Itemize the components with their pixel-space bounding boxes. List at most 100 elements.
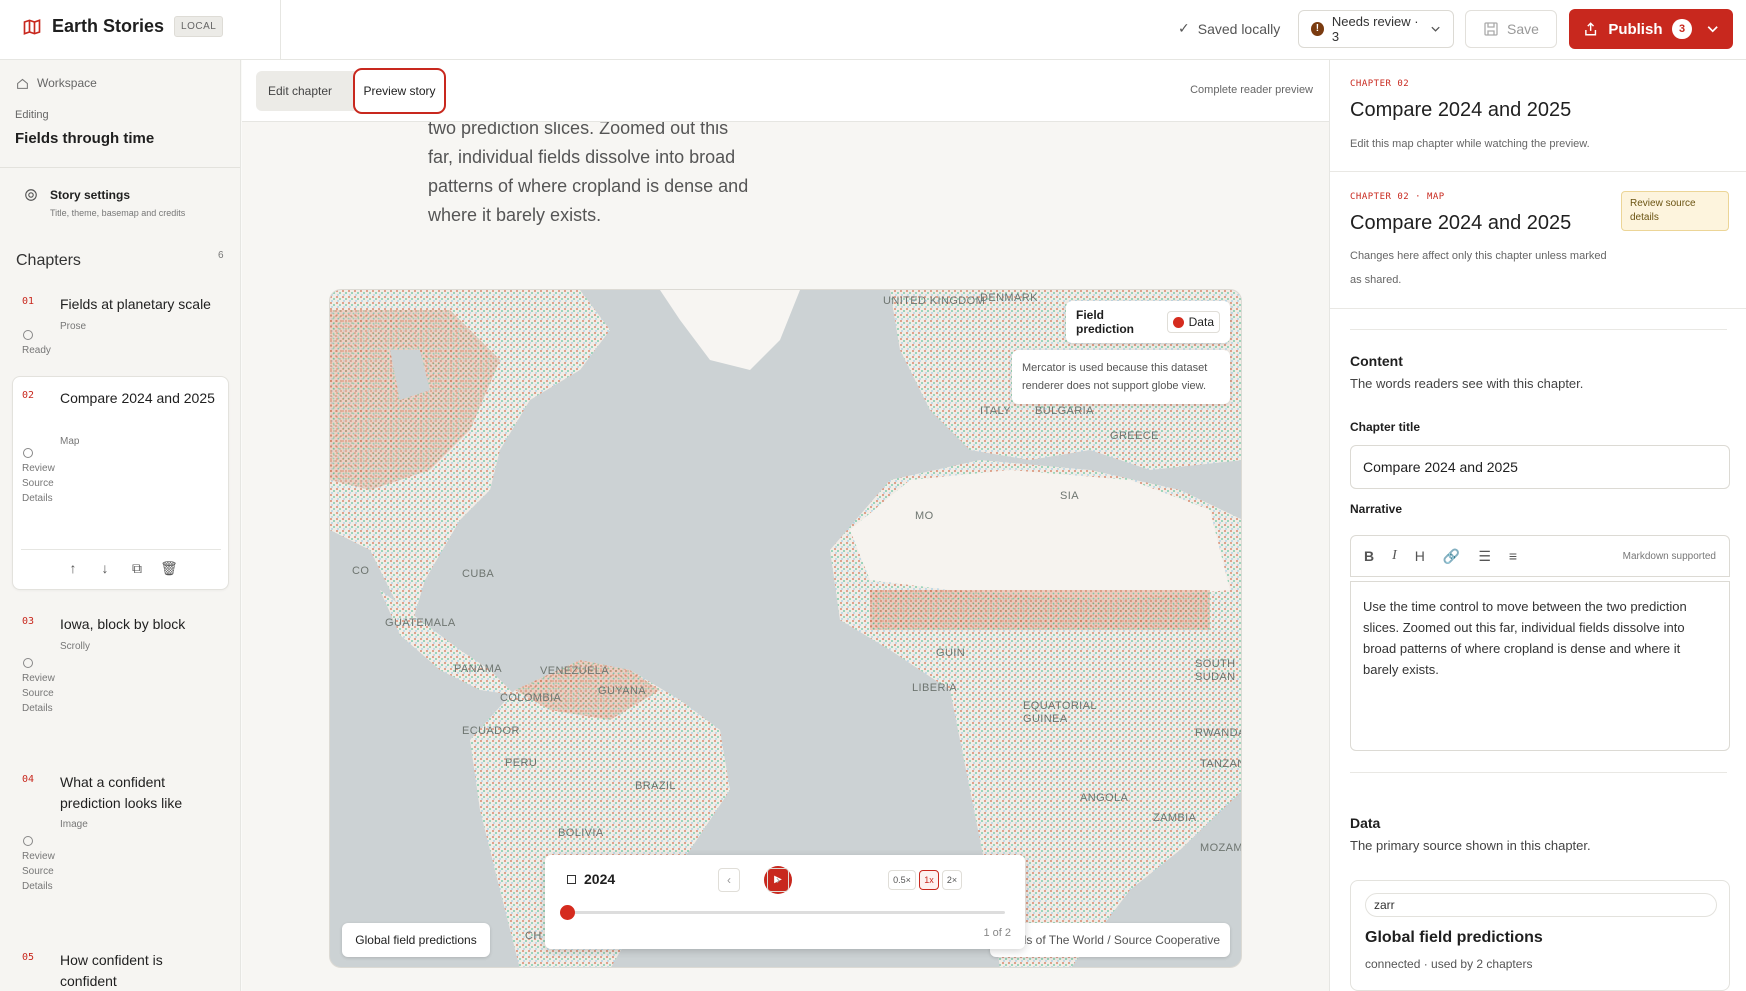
map-label: GUATEMALA — [385, 617, 456, 629]
map-label: CH — [525, 930, 542, 942]
needs-review-button[interactable]: ! Needs review · 3 — [1298, 10, 1454, 48]
numbered-list-icon[interactable]: ≡ — [1509, 548, 1517, 564]
time-slider-handle[interactable] — [560, 905, 575, 920]
calendar-icon — [567, 874, 576, 884]
chapter-number: 02 — [22, 390, 35, 401]
mode-tabs: Edit chapter Preview story — [256, 68, 446, 114]
alert-circle-icon — [23, 836, 33, 846]
divider — [1330, 171, 1746, 172]
next-button[interactable]: › — [767, 868, 789, 892]
map-label: RWANDA — [1195, 727, 1242, 739]
time-control: 2024 ‹ ▶ › 0.5× 1x 2× 1 of 2 — [545, 855, 1025, 949]
tab-preview-story[interactable]: Preview story — [353, 68, 446, 114]
data-source-card[interactable]: zarr Global field predictions connected … — [1350, 880, 1730, 991]
story-preview: two prediction slices. Zoomed out this f… — [242, 60, 1329, 991]
content-heading: Content — [1350, 353, 1403, 369]
save-label: Save — [1507, 21, 1539, 37]
chapter-kind: Map — [60, 436, 80, 447]
map-label: VENEZUELA — [540, 665, 610, 677]
chapters-sidebar: Workspace Editing Fields through time St… — [0, 60, 241, 991]
chapter-item-04[interactable]: 04 What a confident prediction looks lik… — [12, 770, 229, 930]
map-title-heading: Compare 2024 and 2025 — [1350, 212, 1572, 234]
map-view[interactable]: UNITED KINGDOM DENMARK ITALY BULGARIA GR… — [329, 289, 1242, 968]
link-icon[interactable]: 🔗 — [1443, 548, 1460, 565]
save-button[interactable]: Save — [1465, 10, 1557, 48]
publish-count-badge: 3 — [1672, 19, 1692, 39]
chapter-name: Fields at planetary scale — [60, 296, 211, 312]
previous-button[interactable]: ‹ — [718, 868, 740, 892]
map-label: EQUATORIAL GUINEA — [1023, 700, 1097, 725]
alert-icon: ! — [1311, 22, 1324, 36]
markdown-toolbar: B I H 🔗 ☰ ≡ Markdown supported — [1350, 535, 1730, 577]
map-label: SOUTH SUDAN — [1195, 658, 1236, 683]
speed-2x-button[interactable]: 2× — [942, 870, 962, 890]
chapter-status-label: Ready — [22, 345, 51, 356]
duplicate-button[interactable]: ⧉ — [128, 560, 146, 577]
year-label: 2024 — [584, 871, 616, 887]
data-source-name: Global field predictions — [1365, 929, 1543, 946]
chapter-number: 03 — [22, 616, 35, 627]
chapter-item-02[interactable]: 02 Compare 2024 and 2025 Map Review Sour… — [12, 376, 229, 590]
map-label: ANGOLA — [1080, 792, 1129, 804]
map-label: MO — [915, 510, 934, 522]
map-label: GREECE — [1110, 430, 1159, 442]
chapter-kind: Scrolly — [60, 641, 91, 652]
heading-icon[interactable]: H — [1415, 548, 1425, 564]
tab-edit-chapter[interactable]: Edit chapter — [256, 71, 344, 111]
editing-label: Editing — [15, 109, 49, 121]
map-label: SIA — [1060, 490, 1079, 502]
data-heading: Data — [1350, 815, 1381, 831]
chapter-editor-panel: CHAPTER 02 Compare 2024 and 2025 Edit th… — [1329, 60, 1746, 991]
alert-circle-icon — [23, 658, 33, 668]
legend-item[interactable]: Data — [1166, 311, 1220, 333]
dataset-name-chip: Global field predictions — [342, 923, 490, 957]
chapter-actions: ↑ ↓ ⧉ 🗑 — [21, 549, 221, 577]
map-label: PERU — [505, 757, 538, 769]
time-slider-track[interactable] — [567, 911, 1005, 914]
chapter-title-input[interactable]: Compare 2024 and 2025 — [1350, 445, 1730, 489]
check-circle-icon — [23, 330, 33, 340]
italic-icon[interactable]: I — [1392, 548, 1397, 564]
data-source-meta: connected · used by 2 chapters — [1365, 957, 1533, 971]
preview-narrative: two prediction slices. Zoomed out this f… — [428, 118, 749, 225]
map-label: CO — [352, 565, 370, 577]
chapter-status-label: Review Source Details — [22, 851, 55, 892]
narrative-textarea[interactable]: Use the time control to move between the… — [1350, 581, 1730, 751]
map-label: ZAMBIA — [1153, 812, 1197, 824]
map-label: ECUADOR — [462, 725, 520, 737]
speed-1x-button[interactable]: 1x — [919, 870, 939, 890]
chapter-item-03[interactable]: 03 Iowa, block by block Scrolly Review S… — [12, 612, 229, 752]
save-icon — [1484, 22, 1498, 36]
chapter-title-label: Chapter title — [1350, 420, 1421, 434]
bold-icon[interactable]: B — [1364, 548, 1374, 564]
brand[interactable]: Earth Stories LOCAL — [22, 16, 224, 37]
review-source-badge[interactable]: Review source details — [1621, 191, 1729, 231]
gear-icon — [25, 189, 37, 201]
delete-button[interactable]: 🗑 — [160, 560, 178, 577]
home-icon — [17, 78, 28, 89]
legend-item-label: Data — [1188, 315, 1214, 329]
chevron-down-icon — [1431, 26, 1440, 32]
chevron-down-icon[interactable] — [1706, 22, 1719, 36]
chapter-status: Review Source Details — [22, 658, 56, 716]
workspace-link[interactable]: Workspace — [16, 76, 97, 90]
bullet-list-icon[interactable]: ☰ — [1478, 548, 1491, 565]
time-position: 1 of 2 — [983, 927, 1011, 939]
publish-button[interactable]: Publish 3 — [1569, 9, 1733, 49]
divider — [1350, 772, 1727, 773]
chapter-name: Compare 2024 and 2025 — [60, 390, 215, 406]
chapter-number: 01 — [22, 296, 35, 307]
data-description: The primary source shown in this chapter… — [1350, 838, 1591, 853]
move-up-button[interactable]: ↑ — [64, 560, 82, 577]
current-year: 2024 — [567, 871, 615, 887]
chapter-item-01[interactable]: 01 Fields at planetary scale Prose Ready — [12, 292, 229, 372]
narrative-label: Narrative — [1350, 502, 1403, 516]
chapter-name: Iowa, block by block — [60, 616, 186, 632]
map-label: COLOMBIA — [500, 692, 562, 704]
story-settings-button[interactable]: Story settings Title, theme, basemap and… — [24, 188, 185, 218]
map-attribution: Fields of The World / Source Cooperative — [990, 923, 1230, 957]
chapter-item-05[interactable]: 05 How confident is confident — [12, 948, 229, 991]
move-down-button[interactable]: ↓ — [96, 560, 114, 577]
chapter-kind: Prose — [60, 321, 87, 332]
speed-0-5x-button[interactable]: 0.5× — [888, 870, 916, 890]
